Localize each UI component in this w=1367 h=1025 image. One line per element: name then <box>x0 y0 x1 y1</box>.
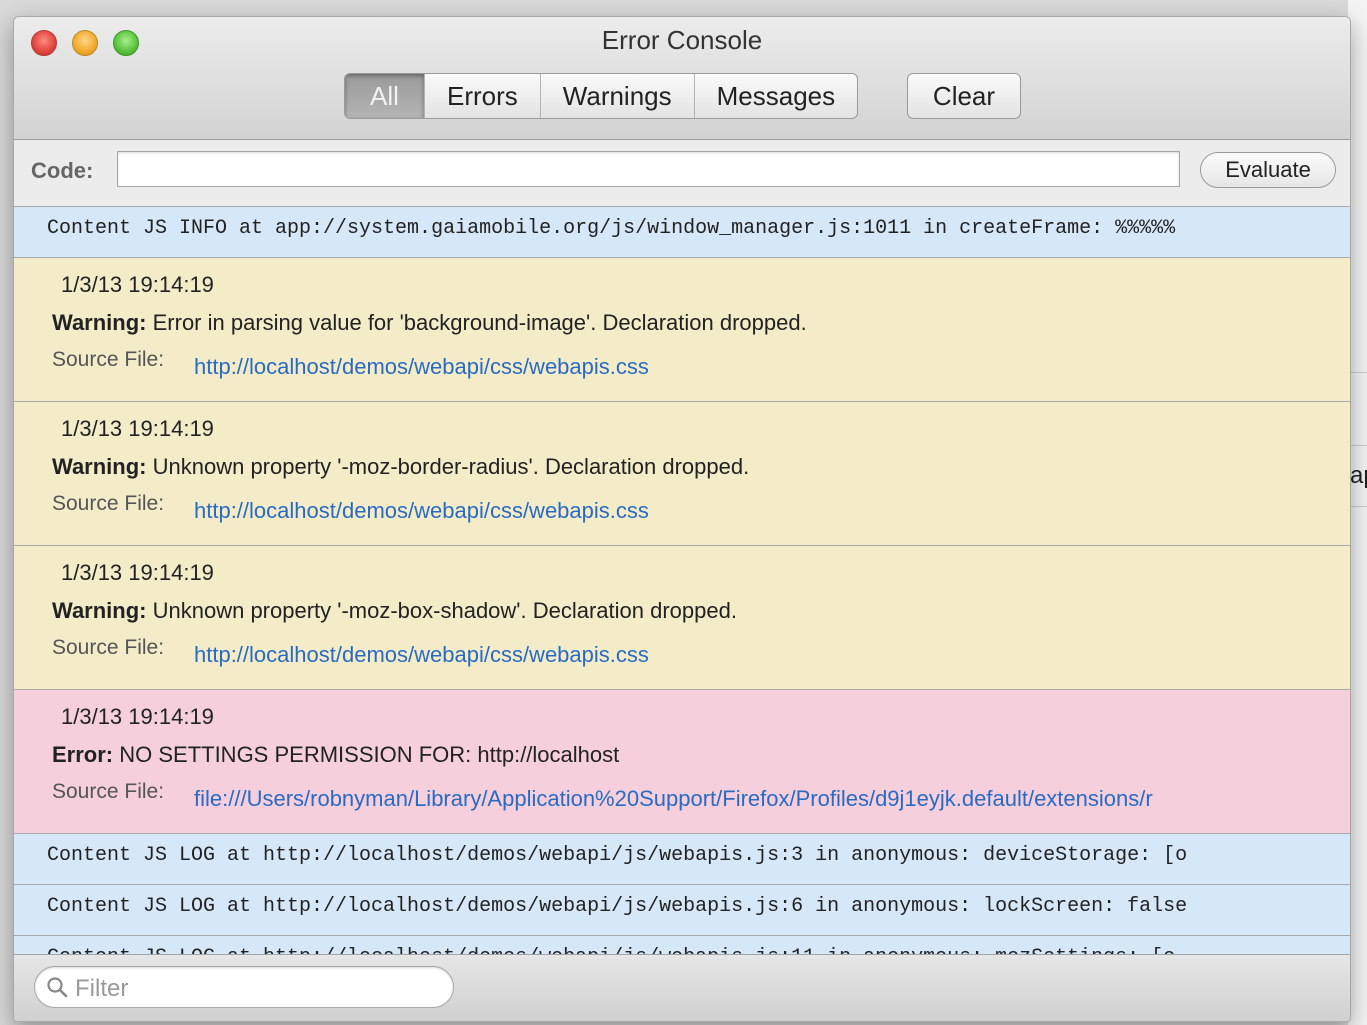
list-item[interactable]: Content JS LOG at http://localhost/demos… <box>14 833 1350 884</box>
filter-segmented-control: All Errors Warnings Messages <box>344 73 859 119</box>
code-bar: Code: Evaluate <box>14 140 1350 206</box>
message-text: Content JS INFO at app://system.gaiamobi… <box>47 217 1176 240</box>
source-file-link[interactable]: http://localhost/demos/webapi/css/webapi… <box>194 498 649 524</box>
list-item[interactable]: 1/3/13 19:14:19 Warning: Error in parsin… <box>14 257 1350 401</box>
source-file-label: Source File: <box>52 348 165 371</box>
window-title: Error Console <box>601 25 763 55</box>
list-item[interactable]: Content JS INFO at app://system.gaiamobi… <box>14 206 1350 257</box>
list-item[interactable]: 1/3/13 19:14:19 Warning: Unknown propert… <box>14 545 1350 689</box>
filter-search-field[interactable]: Filter <box>34 966 454 1008</box>
error-console-window: Error Console All Errors Warnings Messag… <box>13 16 1351 1022</box>
tab-warnings[interactable]: Warnings <box>541 74 695 118</box>
list-item[interactable]: 1/3/13 19:14:19 Error: NO SETTINGS PERMI… <box>14 689 1350 833</box>
clear-button[interactable]: Clear <box>907 73 1021 119</box>
tab-messages[interactable]: Messages <box>695 74 857 118</box>
list-item[interactable]: Content JS LOG at http://localhost/demos… <box>14 884 1350 935</box>
message-kind: Warning: <box>52 598 147 623</box>
message-body: Unknown property '-moz-box-shadow'. Decl… <box>146 598 737 623</box>
timestamp: 1/3/13 19:14:19 <box>61 416 214 441</box>
console-message-list[interactable]: Content JS INFO at app://system.gaiamobi… <box>14 206 1350 954</box>
message-body: Error in parsing value for 'background-i… <box>146 310 807 335</box>
message-body: Unknown property '-moz-border-radius'. D… <box>146 454 750 479</box>
source-file-label: Source File: <box>52 492 165 515</box>
code-input[interactable] <box>117 151 1180 187</box>
title-bar: Error Console All Errors Warnings Messag… <box>14 17 1350 140</box>
list-item[interactable]: 1/3/13 19:14:19 Warning: Unknown propert… <box>14 401 1350 545</box>
message-text: Warning: Unknown property '-moz-border-r… <box>52 454 749 480</box>
source-file-label: Source File: <box>52 636 165 659</box>
message-body: NO SETTINGS PERMISSION FOR: http://local… <box>113 742 620 767</box>
message-text: Content JS LOG at http://localhost/demos… <box>47 946 1175 954</box>
list-item[interactable]: Content JS LOG at http://localhost/demos… <box>14 935 1350 954</box>
tab-errors[interactable]: Errors <box>425 74 541 118</box>
background-text: ap <box>1350 462 1367 489</box>
message-text: Content JS LOG at http://localhost/demos… <box>47 895 1188 918</box>
search-icon <box>47 977 68 998</box>
message-kind: Warning: <box>52 454 147 479</box>
source-file-link[interactable]: file:///Users/robnyman/Library/Applicati… <box>194 786 1153 812</box>
timestamp: 1/3/13 19:14:19 <box>61 704 214 729</box>
timestamp: 1/3/13 19:14:19 <box>61 272 214 297</box>
footer-bar: Filter <box>14 954 1350 1021</box>
message-text: Warning: Unknown property '-moz-box-shad… <box>52 598 737 624</box>
source-file-link[interactable]: http://localhost/demos/webapi/css/webapi… <box>194 354 649 380</box>
source-file-label: Source File: <box>52 780 165 803</box>
message-kind: Warning: <box>52 310 147 335</box>
source-file-link[interactable]: http://localhost/demos/webapi/css/webapi… <box>194 642 649 668</box>
filter-placeholder: Filter <box>75 975 129 1002</box>
evaluate-button[interactable]: Evaluate <box>1200 152 1336 188</box>
code-label: Code: <box>31 158 94 183</box>
message-text: Error: NO SETTINGS PERMISSION FOR: http:… <box>52 742 619 768</box>
tab-all[interactable]: All <box>345 74 425 118</box>
message-text: Content JS LOG at http://localhost/demos… <box>47 844 1188 867</box>
message-kind: Error: <box>52 742 114 767</box>
message-text: Warning: Error in parsing value for 'bac… <box>52 310 807 336</box>
timestamp: 1/3/13 19:14:19 <box>61 560 214 585</box>
